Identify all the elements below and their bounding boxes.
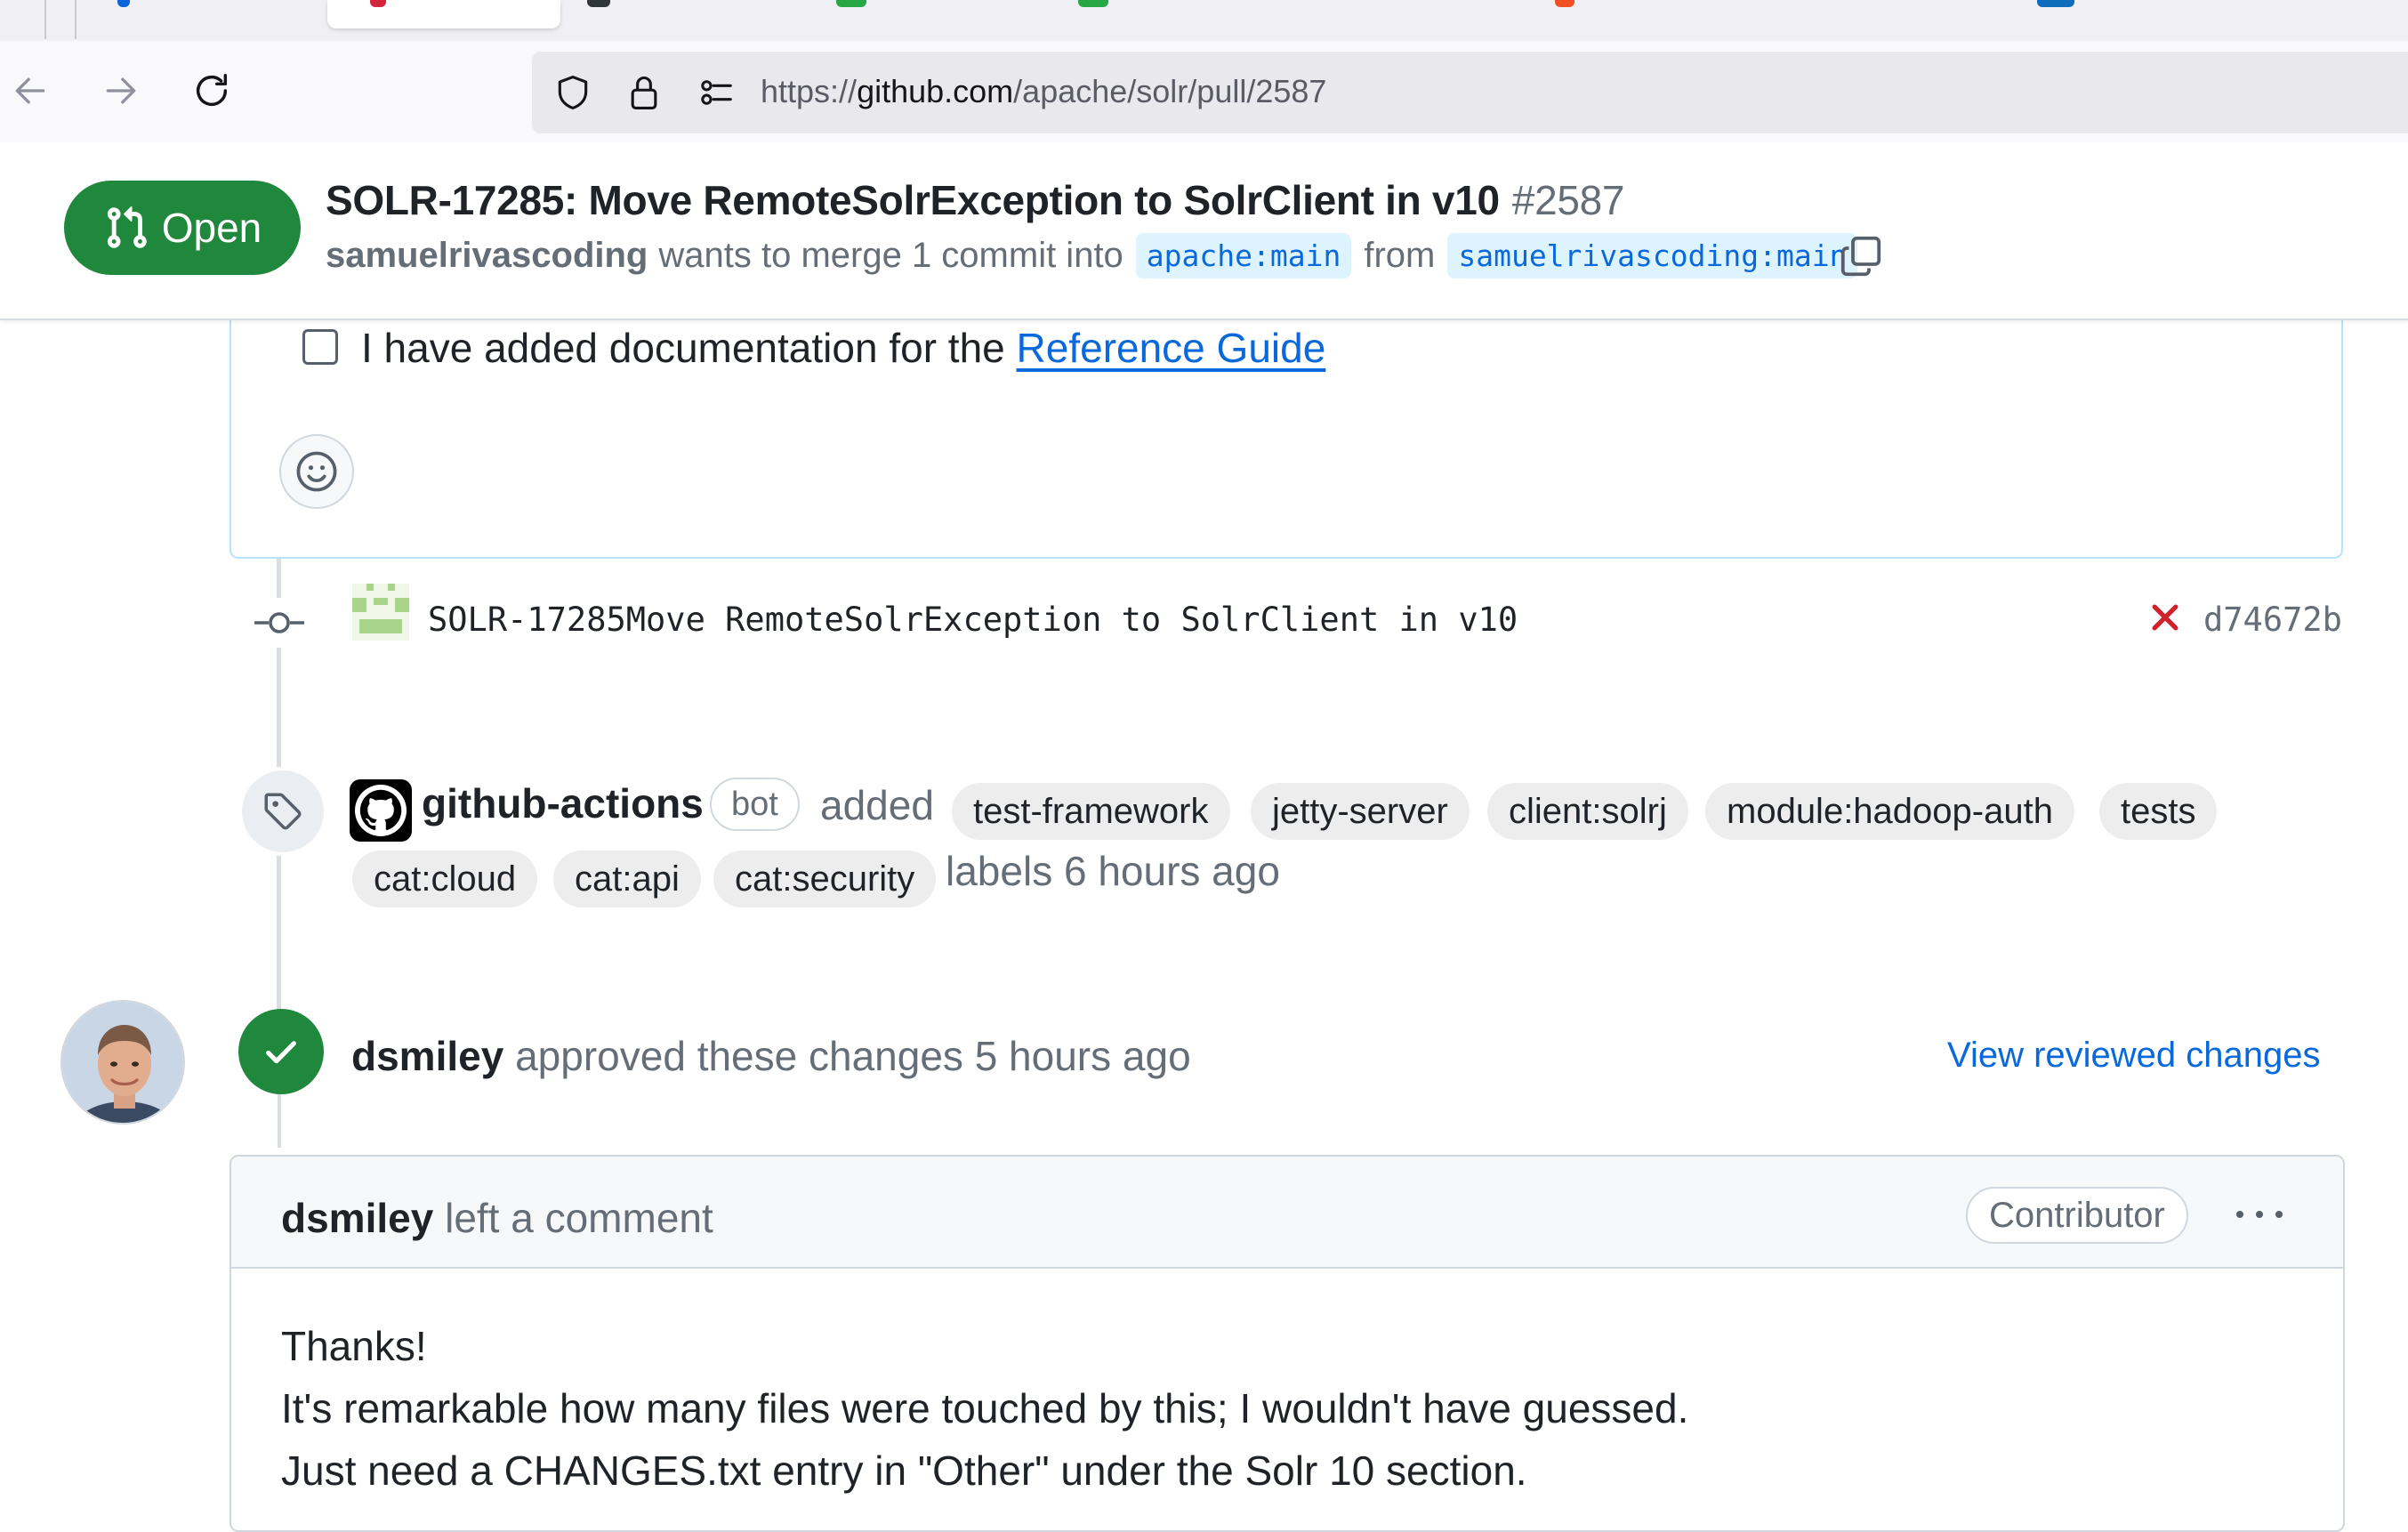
reload-icon[interactable] (185, 64, 238, 117)
label-pill[interactable]: tests (2099, 783, 2218, 840)
tab-favicon[interactable] (1078, 0, 1108, 7)
check-icon (238, 1009, 324, 1094)
comment-author[interactable]: dsmiley (281, 1195, 433, 1241)
git-commit-icon (254, 598, 304, 648)
pr-merge-text: wants to merge 1 commit into (658, 236, 1123, 275)
label-pill[interactable]: test-framework (952, 783, 1230, 840)
timeline-connector (278, 1094, 281, 1148)
bot-badge: bot (710, 778, 800, 831)
head-branch[interactable]: samuelrivascoding:main (1447, 233, 1858, 278)
copy-icon[interactable] (1834, 230, 1888, 283)
task-item: I have added documentation for the Refer… (361, 324, 1325, 372)
pr-sticky-header: Open SOLR-17285: Move RemoteSolrExceptio… (0, 142, 2408, 320)
tab-separator (75, 0, 77, 39)
comment-header: dsmiley left a comment Contributor (231, 1157, 2343, 1269)
contributor-badge: Contributor (1966, 1187, 2188, 1244)
comment-line: Just need a CHANGES.txt entry in "Other"… (281, 1447, 1527, 1494)
tab-favicon[interactable] (117, 0, 130, 7)
github-actions-avatar[interactable] (350, 779, 412, 842)
commit-sha[interactable]: d74672b (2203, 601, 2342, 639)
commit-message[interactable]: SOLR-17285Move RemoteSolrException to So… (428, 601, 1518, 639)
pr-title-text: SOLR-17285: Move RemoteSolrException to … (326, 177, 1500, 223)
tab-favicon (370, 0, 386, 7)
smiley-icon (296, 451, 337, 492)
x-icon[interactable] (2142, 594, 2188, 641)
comment-header-text: left a comment (445, 1195, 713, 1241)
view-reviewed-changes-link[interactable]: View reviewed changes (1947, 1036, 2321, 1076)
add-reaction-button[interactable] (279, 434, 354, 509)
comment-body: Thanks! It's remarkable how many files w… (281, 1315, 1688, 1502)
pr-number: #2587 (1511, 177, 1625, 223)
pr-author-link[interactable]: samuelrivascoding (326, 236, 648, 276)
review-event-actor[interactable]: dsmiley (351, 1033, 503, 1079)
commit-author-avatar[interactable] (352, 584, 409, 641)
back-arrow-icon[interactable] (4, 64, 57, 117)
tab-favicon[interactable] (836, 0, 866, 7)
shield-icon[interactable] (546, 66, 600, 119)
label-pill[interactable]: module:hadoop-auth (1705, 783, 2074, 840)
review-comment-box: dsmiley left a comment Contributor Thank… (230, 1155, 2345, 1532)
base-branch[interactable]: apache:main (1135, 233, 1352, 278)
label-event-actor[interactable]: github-actions (422, 779, 704, 827)
reviewer-avatar[interactable] (60, 1000, 185, 1125)
github-logo-icon (355, 785, 407, 836)
site-permissions-icon[interactable] (689, 66, 742, 119)
pr-state-badge: Open (64, 181, 301, 275)
label-event-time: labels 6 hours ago (946, 848, 1280, 894)
label-pill[interactable]: client:solrj (1487, 783, 1688, 840)
tab-favicon[interactable] (1555, 0, 1574, 7)
from-word: from (1364, 236, 1436, 275)
tab-favicon[interactable] (587, 0, 610, 7)
lock-icon[interactable] (617, 66, 671, 119)
label-event-verb: added (820, 782, 934, 828)
forward-arrow-icon[interactable] (94, 64, 148, 117)
browser-tab-strip (0, 0, 2408, 41)
git-pull-request-icon (107, 206, 147, 248)
label-pill[interactable]: jetty-server (1251, 783, 1470, 840)
task-text: I have added documentation for the (361, 325, 1005, 371)
tab-favicon[interactable] (2037, 0, 2074, 7)
url-scheme: https:// (761, 73, 858, 109)
comment-author-line: dsmiley left a comment (281, 1194, 713, 1242)
label-pill[interactable]: cat:cloud (352, 851, 538, 907)
task-checkbox[interactable] (302, 329, 338, 365)
review-event-description: approved these changes 5 hours ago (515, 1033, 1191, 1079)
review-event-text: dsmiley approved these changes 5 hours a… (351, 1032, 1191, 1080)
kebab-horizontal-icon[interactable] (2224, 1192, 2295, 1237)
pr-state-label: Open (161, 205, 262, 251)
pr-meta: samuelrivascoding wants to merge 1 commi… (326, 233, 1870, 278)
comment-line: It's remarkable how many files were touc… (281, 1385, 1689, 1431)
comment-line: Thanks! (281, 1323, 427, 1369)
url-host: github.com (857, 73, 1014, 109)
tag-icon (238, 767, 327, 856)
label-pill[interactable]: cat:api (553, 851, 701, 907)
url-path: /apache/solr/pull/2587 (1013, 73, 1327, 109)
reference-guide-link[interactable]: Reference Guide (1017, 325, 1326, 371)
browser-tab-active[interactable] (327, 0, 560, 28)
url-text[interactable]: https://github.com/apache/solr/pull/2587 (761, 73, 1326, 110)
tab-separator (44, 0, 46, 39)
pr-title: SOLR-17285: Move RemoteSolrException to … (326, 176, 1625, 224)
label-pill[interactable]: cat:security (713, 851, 937, 907)
